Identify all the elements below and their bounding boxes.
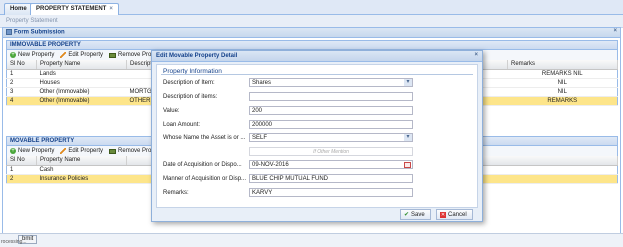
remove-icon xyxy=(109,148,117,154)
other-mention-field[interactable]: If Other Mention xyxy=(249,147,413,156)
status-bar xyxy=(0,233,623,247)
fieldset-divider xyxy=(161,74,473,75)
manner-field[interactable]: BLUE CHIP MUTUAL FUND xyxy=(249,174,413,183)
check-icon: ✔ xyxy=(404,212,410,218)
value-label: Value: xyxy=(163,108,180,114)
date-label: Date of Acquisition or Dispo... xyxy=(163,162,242,168)
remarks-field[interactable]: KARVY xyxy=(249,188,413,197)
window-header: Form Submission × xyxy=(3,28,620,38)
desc-items-label: Description of items: xyxy=(163,94,218,100)
tab-property-statement[interactable]: PROPERTY STATEMENT × xyxy=(30,3,119,15)
whose-name-select[interactable]: SELF xyxy=(249,133,413,142)
cancel-icon: ✕ xyxy=(440,211,446,218)
edit-property-button[interactable]: Edit Property xyxy=(60,52,103,58)
dialog-body: Property Information Description of Item… xyxy=(156,64,478,208)
add-icon: + xyxy=(10,52,16,58)
desc-items-field[interactable] xyxy=(249,92,413,101)
dialog-footer: ✔ Save ✕ Cancel xyxy=(156,209,478,221)
dialog-close-icon[interactable]: × xyxy=(474,52,478,58)
date-field[interactable]: 09-NOV-2016 xyxy=(249,160,413,169)
tab-close-icon[interactable]: × xyxy=(109,6,113,12)
dialog-title: Edit Movable Property Detail xyxy=(156,53,238,59)
manner-label: Manner of Acquisition or Disp... xyxy=(163,176,247,182)
cancel-button[interactable]: ✕ Cancel xyxy=(436,209,473,220)
column-header-name[interactable]: Property Name xyxy=(36,156,127,166)
dialog-header: Edit Movable Property Detail × xyxy=(152,51,482,62)
window-close-icon[interactable]: × xyxy=(613,28,617,34)
remove-icon xyxy=(109,52,117,58)
column-header-no[interactable]: Sl No xyxy=(6,60,37,70)
loan-label: Loan Amount: xyxy=(163,122,201,128)
desc-item-select[interactable]: Shares xyxy=(249,78,413,87)
column-header-name[interactable]: Property Name xyxy=(36,60,127,70)
pencil-icon xyxy=(60,52,67,58)
processing-text: rocessing... xyxy=(1,239,27,245)
column-header-no[interactable]: Sl No xyxy=(6,156,37,166)
save-button[interactable]: ✔ Save xyxy=(400,209,431,220)
whose-name-label: Whose Name the Asset is or ... xyxy=(163,135,246,141)
window-icon xyxy=(6,29,12,35)
loan-field[interactable]: 200000 xyxy=(249,120,413,129)
pencil-icon xyxy=(60,148,67,154)
tab-bar: Home PROPERTY STATEMENT × xyxy=(0,0,623,15)
calendar-icon[interactable] xyxy=(404,162,411,168)
tab-home[interactable]: Home xyxy=(4,3,33,15)
remarks-label: Remarks: xyxy=(163,190,189,196)
edit-property-button[interactable]: Edit Property xyxy=(60,148,103,154)
add-icon: + xyxy=(10,148,16,154)
new-property-button[interactable]: + New Property xyxy=(10,52,54,58)
edit-movable-property-dialog: Edit Movable Property Detail × Property … xyxy=(151,50,483,222)
value-field[interactable]: 200 xyxy=(249,106,413,115)
column-header-remarks[interactable]: Remarks xyxy=(507,60,618,70)
new-property-button[interactable]: + New Property xyxy=(10,148,54,154)
desc-item-label: Description of Item: xyxy=(163,80,215,86)
immovable-section-title: IMMOVABLE PROPERTY xyxy=(6,40,618,50)
window-title: Form Submission xyxy=(14,29,65,36)
